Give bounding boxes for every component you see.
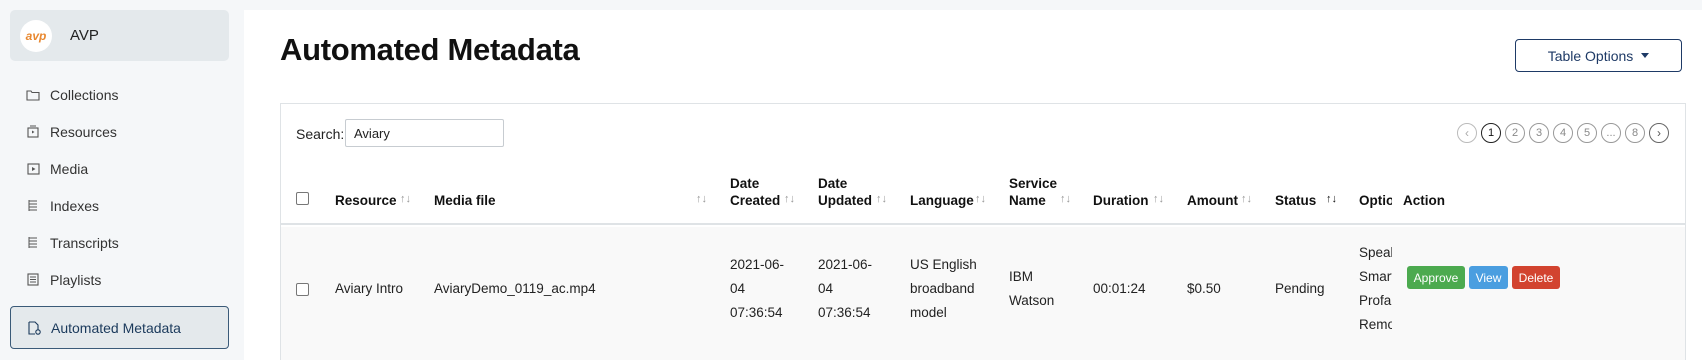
- column-header-date-updated[interactable]: Date Updated: [818, 175, 872, 209]
- cell-date-updated: 2021-06- 04 07:36:54: [818, 257, 873, 320]
- column-header-status[interactable]: Status: [1275, 192, 1316, 209]
- sidebar-item-label: Media: [50, 160, 89, 177]
- cell-date-created: 2021-06- 04 07:36:54: [730, 257, 785, 320]
- main-content: Automated Metadata Table Options Search:…: [244, 10, 1702, 360]
- sidebar-item-label: Indexes: [50, 197, 100, 214]
- sidebar-nav: Collections Resources Media Indexes Tran…: [10, 76, 229, 349]
- search-label: Search:: [296, 126, 345, 142]
- approve-button[interactable]: Approve: [1407, 266, 1465, 289]
- folder-icon: [26, 88, 40, 102]
- sidebar-item-label: Automated Metadata: [51, 319, 181, 336]
- sort-icon[interactable]: ↑↓: [1060, 193, 1071, 205]
- sidebar-item-transcripts[interactable]: Transcripts: [10, 224, 229, 261]
- sort-asc-icon[interactable]: ↑↓: [1326, 193, 1337, 205]
- pagination-page-4[interactable]: 4: [1553, 123, 1573, 143]
- sidebar-item-collections[interactable]: Collections: [10, 76, 229, 113]
- pagination-page-3[interactable]: 3: [1529, 123, 1549, 143]
- page-title: Automated Metadata: [280, 32, 580, 67]
- automated-metadata-icon: [27, 320, 41, 335]
- column-header-service-name[interactable]: Service Name: [1009, 175, 1057, 209]
- data-table-panel: Search: ‹ 1 2 3 4 5 ... 8 › Resource ↑↓ …: [280, 103, 1686, 360]
- transcript-icon: [26, 236, 40, 250]
- brand[interactable]: avp AVP: [10, 10, 229, 61]
- cell-status: Pending: [1275, 281, 1325, 296]
- sort-icon[interactable]: ↑↓: [400, 193, 411, 205]
- table-row: Aviary Intro AviaryDemo_0119_ac.mp4 2021…: [281, 227, 1685, 360]
- pagination-page-8[interactable]: 8: [1625, 123, 1645, 143]
- sidebar-item-resources[interactable]: Resources: [10, 113, 229, 150]
- pagination-next-button[interactable]: ›: [1649, 123, 1669, 143]
- column-header-media-file[interactable]: Media file: [434, 192, 496, 209]
- sort-icon[interactable]: ↑↓: [784, 193, 795, 205]
- sidebar-item-label: Playlists: [50, 271, 102, 288]
- pagination-page-5[interactable]: 5: [1577, 123, 1597, 143]
- column-header-duration[interactable]: Duration: [1093, 192, 1149, 209]
- pagination-prev-button[interactable]: ‹: [1457, 123, 1477, 143]
- brand-logo: avp: [20, 19, 52, 52]
- resource-icon: [26, 125, 40, 139]
- pagination-ellipsis: ...: [1601, 123, 1621, 143]
- sidebar-item-label: Transcripts: [50, 234, 119, 251]
- brand-name: AVP: [70, 27, 99, 44]
- cell-amount: $0.50: [1187, 281, 1221, 296]
- sidebar-item-indexes[interactable]: Indexes: [10, 187, 229, 224]
- table-options-label: Table Options: [1547, 47, 1634, 64]
- playlist-icon: [26, 273, 40, 287]
- cell-resource[interactable]: Aviary Intro: [335, 277, 403, 301]
- select-all-checkbox[interactable]: [296, 192, 309, 205]
- sort-icon[interactable]: ↑↓: [1241, 193, 1252, 205]
- sort-icon[interactable]: ↑↓: [975, 193, 986, 205]
- column-header-amount[interactable]: Amount: [1187, 192, 1238, 209]
- table-header: Resource ↑↓ Media file ↑↓ Date Created ↑…: [281, 166, 1685, 225]
- table-options-button[interactable]: Table Options: [1515, 39, 1682, 72]
- sidebar-item-media[interactable]: Media: [10, 150, 229, 187]
- sidebar-item-label: Resources: [50, 123, 117, 140]
- delete-button[interactable]: Delete: [1512, 266, 1560, 289]
- pagination: ‹ 1 2 3 4 5 ... 8 ›: [1457, 123, 1669, 143]
- column-header-language[interactable]: Language: [910, 192, 974, 209]
- media-icon: [26, 162, 40, 176]
- sort-icon[interactable]: ↑↓: [696, 193, 707, 205]
- pagination-page-2[interactable]: 2: [1505, 123, 1525, 143]
- cell-media-file: AviaryDemo_0119_ac.mp4: [434, 281, 596, 296]
- cell-options: Speaker Smart Profanity Remove: [1359, 245, 1392, 332]
- sidebar-item-automated-metadata[interactable]: Automated Metadata: [10, 306, 229, 349]
- view-button[interactable]: View: [1469, 266, 1508, 289]
- column-header-date-created[interactable]: Date Created: [730, 175, 780, 209]
- caret-down-icon: [1641, 53, 1650, 58]
- index-icon: [26, 199, 40, 213]
- sort-icon[interactable]: ↑↓: [1153, 193, 1164, 205]
- column-header-options[interactable]: Options: [1359, 192, 1392, 209]
- row-checkbox[interactable]: [296, 283, 309, 296]
- sort-icon[interactable]: ↑↓: [876, 193, 887, 205]
- column-header-resource[interactable]: Resource: [335, 192, 397, 209]
- column-header-action: Action: [1403, 193, 1445, 208]
- sidebar-item-playlists[interactable]: Playlists: [10, 261, 229, 298]
- cell-service-name: IBM Watson: [1009, 269, 1055, 308]
- search-input[interactable]: [345, 119, 504, 147]
- pagination-page-1[interactable]: 1: [1481, 123, 1501, 143]
- cell-language: US English broadband model: [910, 257, 977, 320]
- sidebar-item-label: Collections: [50, 86, 119, 103]
- sidebar: avp AVP Collections Resources Media Inde…: [0, 0, 244, 360]
- cell-duration: 00:01:24: [1093, 281, 1146, 296]
